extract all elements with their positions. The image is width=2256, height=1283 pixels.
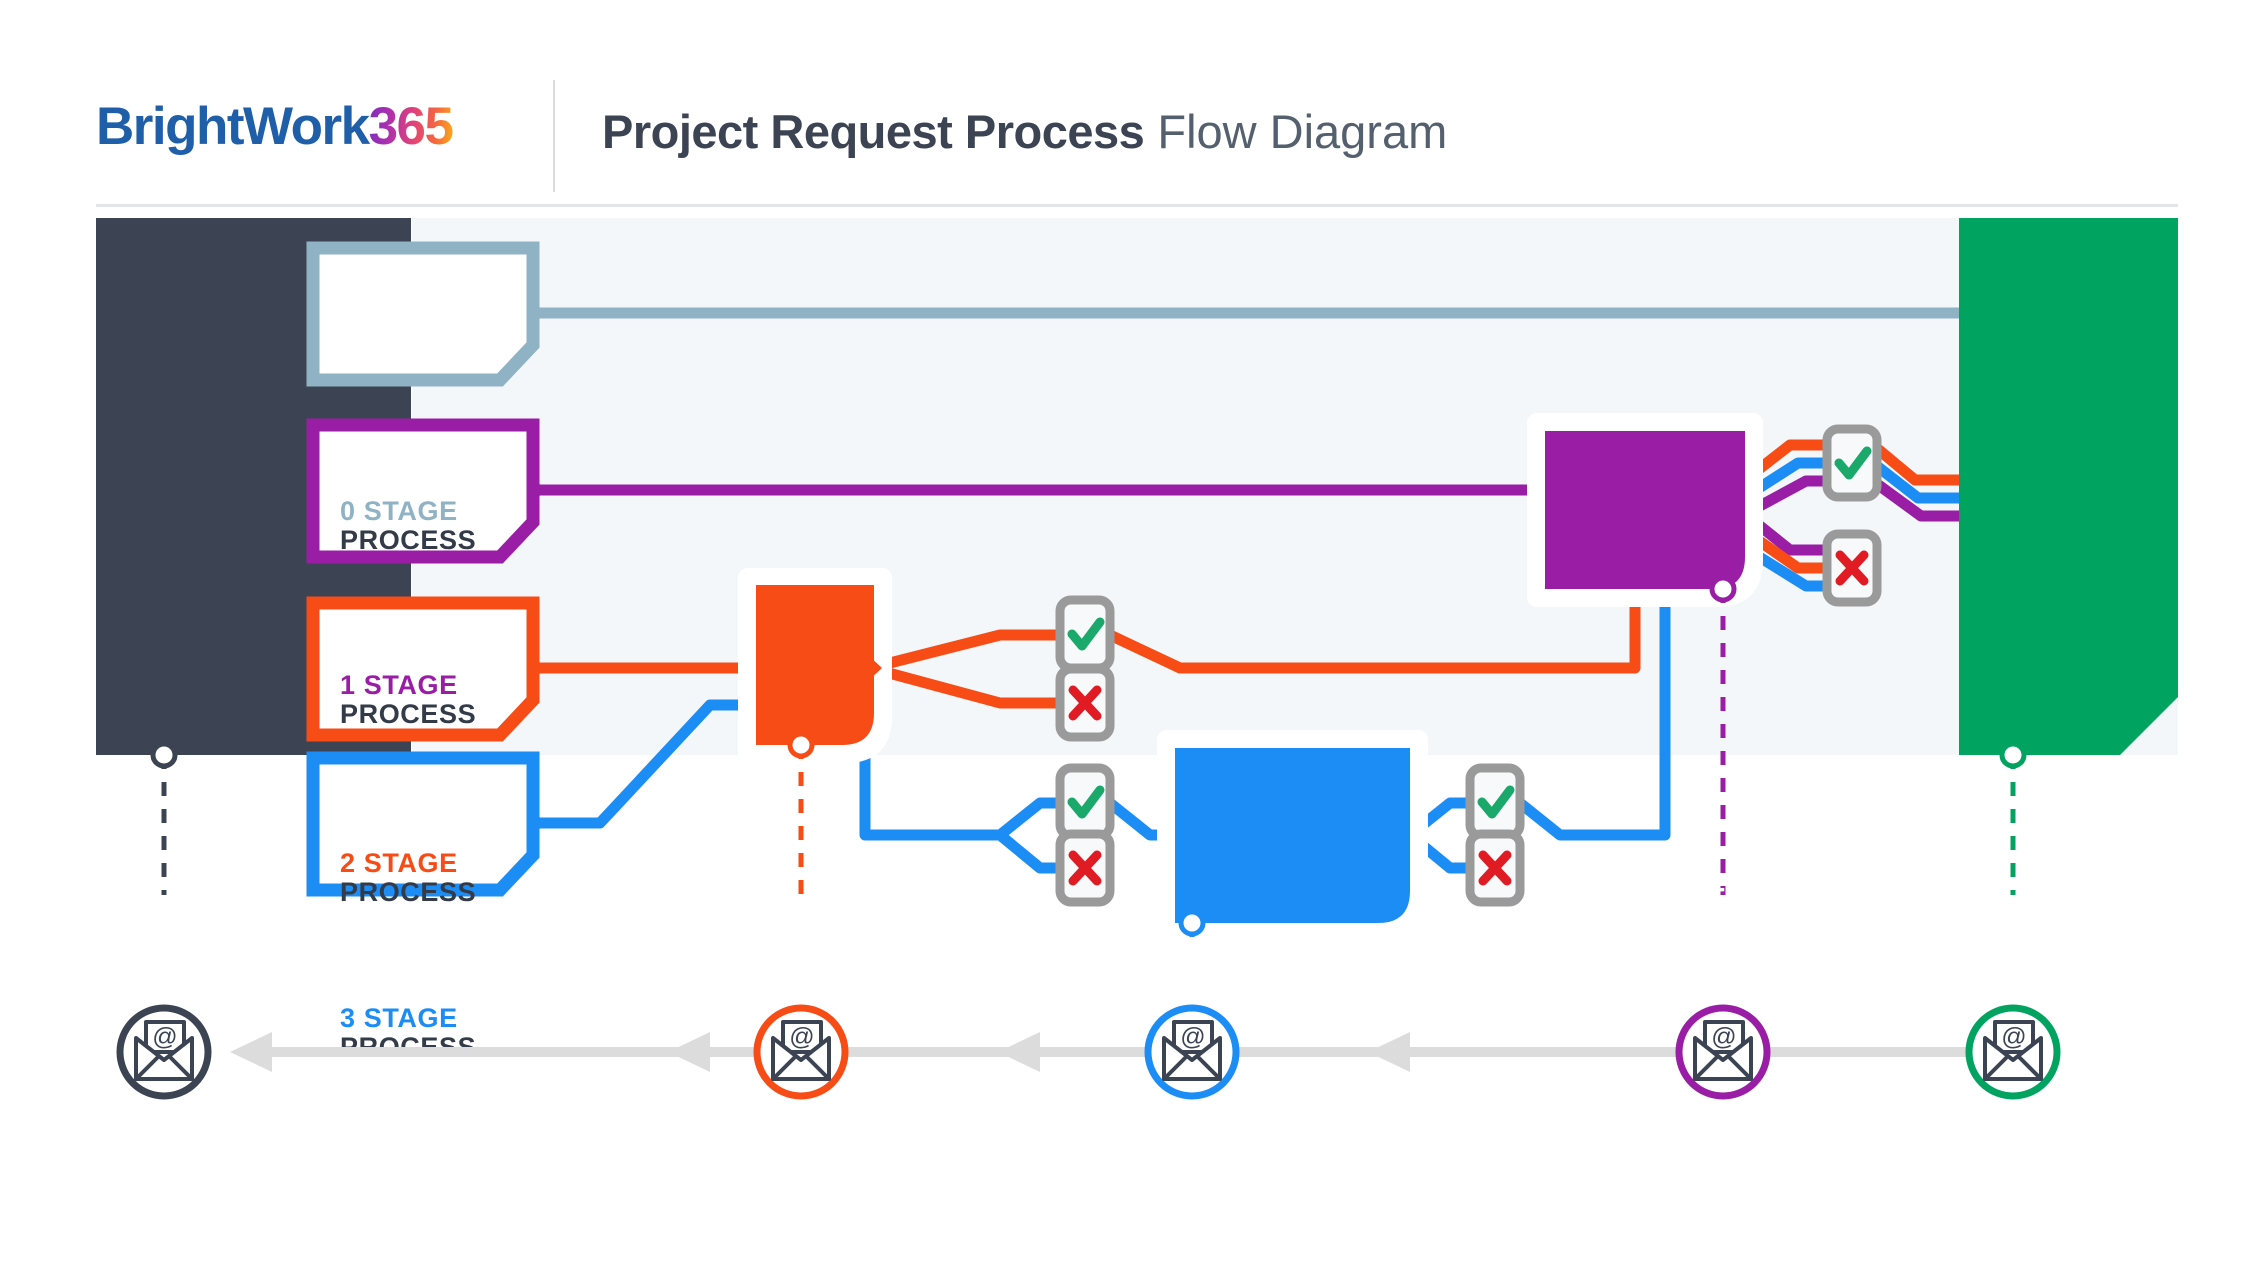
stage-box-1-number: 1 STAGE (340, 670, 458, 700)
action-review-label: REVIEW REQUEST (1200, 1215, 1353, 1283)
notification-accept[interactable]: @ (753, 1004, 849, 1100)
page-title-light: Flow Diagram (1157, 105, 1448, 158)
svg-text:@: @ (2001, 1023, 2026, 1051)
logo-primary-text: BrightWork (96, 97, 370, 156)
action-review-subtitle: REQUEST (1200, 1247, 1353, 1283)
svg-text:@: @ (1180, 1023, 1205, 1051)
svg-text:@: @ (1711, 1023, 1736, 1051)
page-header: BrightWork365 Project Request Process Fl… (0, 0, 2256, 207)
header-divider (553, 80, 555, 192)
line-review-prefork-rejected (996, 830, 1063, 874)
stage-box-0-word: PROCESS (340, 524, 477, 555)
anchor-create (1999, 741, 2027, 895)
stage-box-1-label: 1 STAGE PROCESS (340, 671, 476, 728)
action-approve-subtitle: REQUEST (1572, 913, 1725, 949)
stage-box-0-label: 0 STAGE PROCESS (340, 497, 476, 554)
action-approve-title: APPROVE (1572, 881, 1727, 916)
stage-box-2-label: 2 STAGE PROCESS (340, 849, 476, 906)
notification-create[interactable]: @ (1965, 1004, 2061, 1100)
svg-text:@: @ (789, 1023, 814, 1051)
action-box-review[interactable] (1157, 730, 1428, 941)
stage-box-2-number: 2 STAGE (340, 848, 458, 878)
decision-icon-accept-approved[interactable] (1055, 595, 1115, 673)
decision-icon-approve-rejected[interactable] (1822, 529, 1882, 607)
page-title: Project Request Process Flow Diagram (602, 106, 1447, 158)
notification-arrow-2 (668, 1032, 1053, 1072)
action-box-approve[interactable] (1527, 413, 1763, 607)
logo-accent-text: 365 (368, 97, 454, 156)
anchor-draft (150, 741, 178, 895)
action-approve-label: APPROVE REQUEST (1572, 881, 1727, 949)
decision-icon-review-pre-approved[interactable] (1055, 763, 1115, 841)
line-review-prefork-approved (996, 797, 1063, 840)
decision-icon-approve-approved[interactable] (1822, 424, 1882, 502)
notification-approve[interactable]: @ (1675, 1004, 1771, 1100)
notification-draft[interactable]: @ (116, 1004, 212, 1100)
decision-icon-review-pre-rejected[interactable] (1055, 829, 1115, 907)
create-project-panel (1959, 218, 2178, 755)
decision-icon-review-post-rejected[interactable] (1465, 829, 1525, 907)
decision-icon-review-post-approved[interactable] (1465, 763, 1525, 841)
flow-diagram-canvas: DRAFT REQUEST CREATE PROJECT 0 STAGE PRO… (0, 205, 2256, 1282)
action-box-accept[interactable] (738, 568, 892, 763)
stage-box-2-word: PROCESS (340, 876, 477, 907)
brightwork365-logo: BrightWork365 (96, 97, 454, 156)
decision-icon-accept-rejected[interactable] (1055, 664, 1115, 742)
page-title-bold: Project Request Process (602, 105, 1145, 158)
stage-box-1-word: PROCESS (340, 698, 477, 729)
notification-review[interactable]: @ (1144, 1004, 1240, 1100)
notification-row: @ @ @ @ @ (0, 965, 2256, 1167)
stage-box-0[interactable] (306, 241, 545, 387)
action-review-title: REVIEW (1200, 1215, 1325, 1250)
line-accept-to-review (859, 745, 1000, 841)
svg-text:@: @ (152, 1023, 177, 1051)
stage-box-0-number: 0 STAGE (340, 496, 458, 526)
